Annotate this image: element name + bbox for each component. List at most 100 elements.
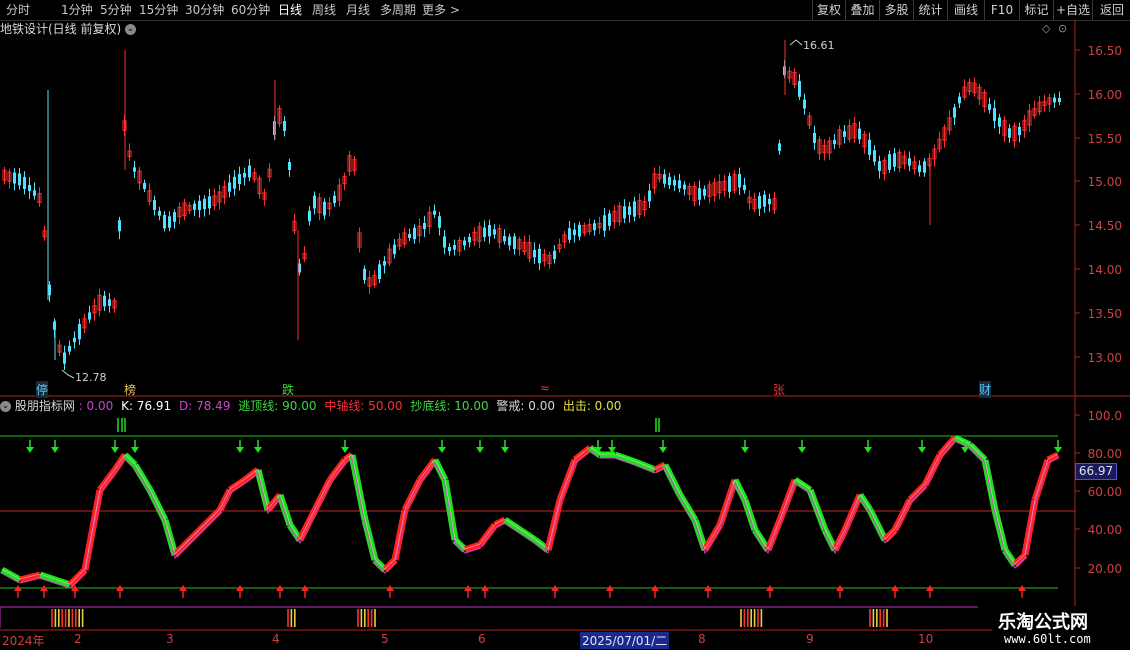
indicator-header: ⌄ 股朋指标网 : 0.00 K: 76.91 D: 78.49 逃顶线: 90… bbox=[0, 398, 621, 414]
kline-and-indicator-chart[interactable] bbox=[0, 0, 1130, 650]
kdj-segment bbox=[311, 478, 334, 512]
sell-arrow-head bbox=[111, 447, 119, 453]
candle-body-down bbox=[573, 229, 576, 236]
kdj-segment bbox=[216, 488, 234, 512]
candle-body-down bbox=[288, 162, 291, 170]
candle-body-down bbox=[923, 161, 926, 173]
price-tick: 15.50 bbox=[1087, 132, 1122, 146]
candle-body-down bbox=[503, 236, 506, 242]
event-marker-suspend[interactable]: 停 bbox=[36, 381, 49, 398]
kdj-segment bbox=[701, 523, 724, 552]
kdj-segment bbox=[296, 508, 319, 542]
candle-body-down bbox=[763, 194, 766, 207]
sell-arrow-head bbox=[438, 447, 446, 453]
candle-body-down bbox=[173, 212, 176, 222]
candle-body-down bbox=[533, 249, 536, 258]
kdj-segment bbox=[146, 488, 169, 522]
candle-body-down bbox=[168, 216, 171, 228]
indicator-name[interactable]: 股朋指标网 bbox=[15, 399, 75, 413]
kdj-segment bbox=[967, 442, 988, 463]
candle-body-down bbox=[163, 214, 166, 229]
candle-body-down bbox=[433, 210, 436, 215]
kdj-segment bbox=[806, 488, 829, 532]
event-marker-fall[interactable]: 跌 bbox=[282, 381, 294, 398]
sell-arrow-head bbox=[236, 447, 244, 453]
event-marker-info[interactable]: ≈ bbox=[540, 381, 550, 395]
candle-body-down bbox=[423, 222, 426, 230]
candle-body-down bbox=[833, 139, 836, 145]
candle-body-down bbox=[248, 165, 251, 178]
candle-body-down bbox=[728, 176, 731, 192]
candle-body-down bbox=[228, 182, 231, 192]
event-marker-finance[interactable]: 财 bbox=[979, 381, 992, 398]
watermark-title: 乐淘公式网 bbox=[998, 612, 1088, 633]
date-label: 5 bbox=[381, 632, 389, 646]
candle-body-down bbox=[663, 174, 666, 184]
candle-body-down bbox=[593, 223, 596, 231]
candle-body-down bbox=[993, 108, 996, 121]
date-label: 3 bbox=[166, 632, 174, 646]
event-marker-rise[interactable]: 张 bbox=[773, 381, 785, 398]
sell-arrow-head bbox=[741, 447, 749, 453]
indicator-tick: 60.00 bbox=[1087, 485, 1122, 499]
candle-body-down bbox=[153, 200, 156, 210]
candle-body-down bbox=[843, 131, 846, 137]
candle-body-down bbox=[888, 154, 891, 170]
candle-body-down bbox=[453, 244, 456, 250]
candle-body-down bbox=[78, 323, 81, 340]
watermark-url: www.60lt.com bbox=[1004, 632, 1091, 646]
candle-body-down bbox=[868, 139, 871, 155]
indicator-exit: 出击: 0.00 bbox=[562, 399, 622, 413]
kdj-segment bbox=[67, 567, 88, 588]
candle-body-down bbox=[133, 167, 136, 172]
candle-body-down bbox=[878, 161, 881, 171]
kdj-segment bbox=[731, 478, 749, 502]
candle-body-down bbox=[468, 236, 471, 243]
date-label: 9 bbox=[806, 632, 814, 646]
indicator-tick: 80.00 bbox=[1087, 447, 1122, 461]
candle-body-down bbox=[678, 180, 681, 189]
candle-body-down bbox=[18, 173, 21, 186]
event-marker-list[interactable]: 榜 bbox=[124, 381, 136, 398]
candle-body-down bbox=[158, 210, 161, 216]
candle-body-down bbox=[408, 233, 411, 239]
candle-body-down bbox=[308, 210, 311, 222]
candle-body-down bbox=[958, 96, 961, 104]
kdj-segment bbox=[891, 498, 914, 532]
kdj-segment bbox=[327, 457, 348, 483]
candle-body-down bbox=[363, 268, 366, 281]
sell-arrow-head bbox=[341, 447, 349, 453]
price-tick: 14.50 bbox=[1087, 219, 1122, 233]
candle-body-down bbox=[118, 220, 121, 232]
low-pointer bbox=[61, 369, 75, 379]
candle-body-down bbox=[68, 345, 71, 352]
candle-body-down bbox=[13, 172, 16, 184]
sell-arrow-head bbox=[254, 447, 262, 453]
candle-body-down bbox=[323, 201, 326, 216]
watermark-logo: 乐淘公式网 www.60lt.com bbox=[992, 606, 1130, 650]
candle-body-down bbox=[33, 190, 36, 196]
candle-body-down bbox=[603, 215, 606, 231]
kdj-segment bbox=[866, 508, 889, 542]
candle-body-down bbox=[698, 188, 701, 200]
indicator-tick: 40.00 bbox=[1087, 523, 1122, 537]
sell-arrow-head bbox=[131, 447, 139, 453]
indicator-top-line: 逃顶线: 90.00 bbox=[238, 399, 317, 413]
kdj-segment bbox=[276, 493, 294, 527]
candle-body-down bbox=[108, 299, 111, 306]
indicator-tick: 100.0 bbox=[1087, 409, 1122, 423]
candle-body-down bbox=[88, 312, 91, 320]
candle-body-down bbox=[623, 206, 626, 219]
kdj-segment bbox=[764, 518, 784, 552]
candle-body-down bbox=[73, 337, 76, 343]
candle-body-down bbox=[1008, 128, 1011, 138]
chevron-down-icon[interactable]: ⌄ bbox=[0, 401, 11, 412]
low-price-label: 12.78 bbox=[75, 371, 107, 384]
kdj-segment bbox=[937, 435, 958, 458]
kdj-segment bbox=[716, 478, 739, 527]
sell-arrow-head bbox=[1054, 447, 1062, 453]
candle-body-down bbox=[768, 198, 771, 205]
indicator-d: D: 78.49 bbox=[179, 399, 231, 413]
candle-body-down bbox=[1018, 126, 1021, 136]
price-tick: 13.00 bbox=[1087, 351, 1122, 365]
